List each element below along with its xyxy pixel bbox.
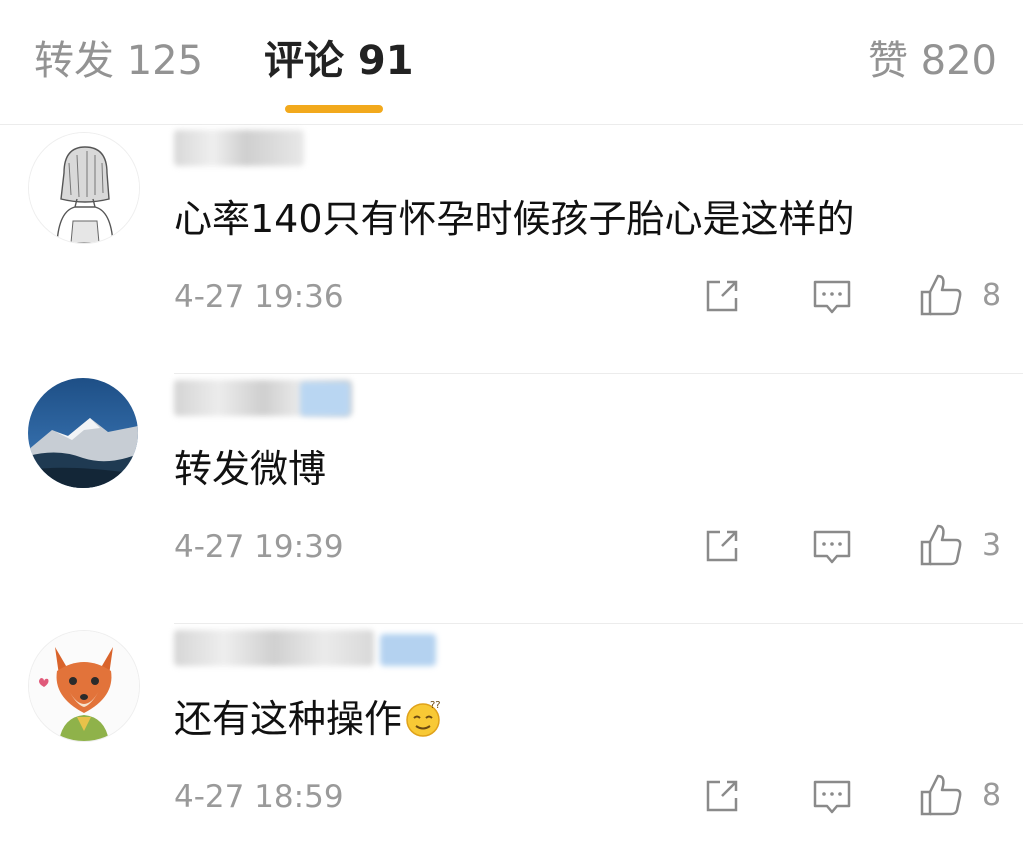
comment-icon[interactable] — [810, 274, 854, 318]
share-icon[interactable] — [700, 774, 744, 818]
username-blurred[interactable] — [174, 130, 304, 166]
thumbs-up-icon[interactable] — [918, 272, 962, 316]
comment-text-content: 还有这种操作 — [174, 697, 403, 741]
comment-item: 心率140只有怀孕时候孩子胎心是这样的 4-27 19:36 8 — [0, 124, 1023, 374]
avatar[interactable] — [28, 132, 140, 244]
confused-emoji-icon: ?? — [406, 700, 441, 737]
comment-text: 心率140只有怀孕时候孩子胎心是这样的 — [174, 197, 855, 241]
comment-time: 4-27 18:59 — [174, 779, 344, 815]
comment-icon[interactable] — [810, 774, 854, 818]
tab-comment[interactable]: 评论 91 — [264, 34, 414, 88]
comment-icon[interactable] — [810, 524, 854, 568]
like-count: 8 — [982, 778, 1002, 813]
mountain-landscape-avatar — [28, 378, 138, 488]
comment-time: 4-27 19:36 — [174, 279, 344, 315]
comment-text: 转发微博 — [174, 447, 327, 491]
share-icon[interactable] — [700, 274, 744, 318]
avatar[interactable] — [28, 630, 140, 742]
comment-text: 还有这种操作?? — [174, 694, 444, 744]
tab-repost[interactable]: 转发 125 — [34, 34, 203, 88]
fan-badge-blurred — [300, 382, 350, 416]
fan-badge-blurred — [380, 634, 436, 666]
comment-time: 4-27 19:39 — [174, 529, 344, 565]
share-icon[interactable] — [700, 524, 744, 568]
thumbs-up-icon[interactable] — [918, 522, 962, 566]
svg-text:??: ?? — [430, 700, 441, 711]
username-blurred[interactable] — [174, 630, 374, 666]
tab-bar: 转发 125 评论 91 赞 820 — [0, 0, 1023, 125]
like-count: 3 — [982, 528, 1002, 563]
tab-like[interactable]: 赞 820 — [868, 34, 997, 88]
avatar[interactable] — [28, 378, 138, 488]
fox-cartoon-avatar — [29, 631, 139, 741]
thumbs-up-icon[interactable] — [918, 772, 962, 816]
active-tab-indicator — [285, 105, 383, 113]
like-count: 8 — [982, 278, 1002, 313]
comment-item: 转发微博 4-27 19:39 3 — [0, 374, 1023, 624]
girl-sketch-avatar — [29, 133, 139, 243]
comment-item: 还有这种操作?? 4-27 18:59 8 — [0, 624, 1023, 861]
